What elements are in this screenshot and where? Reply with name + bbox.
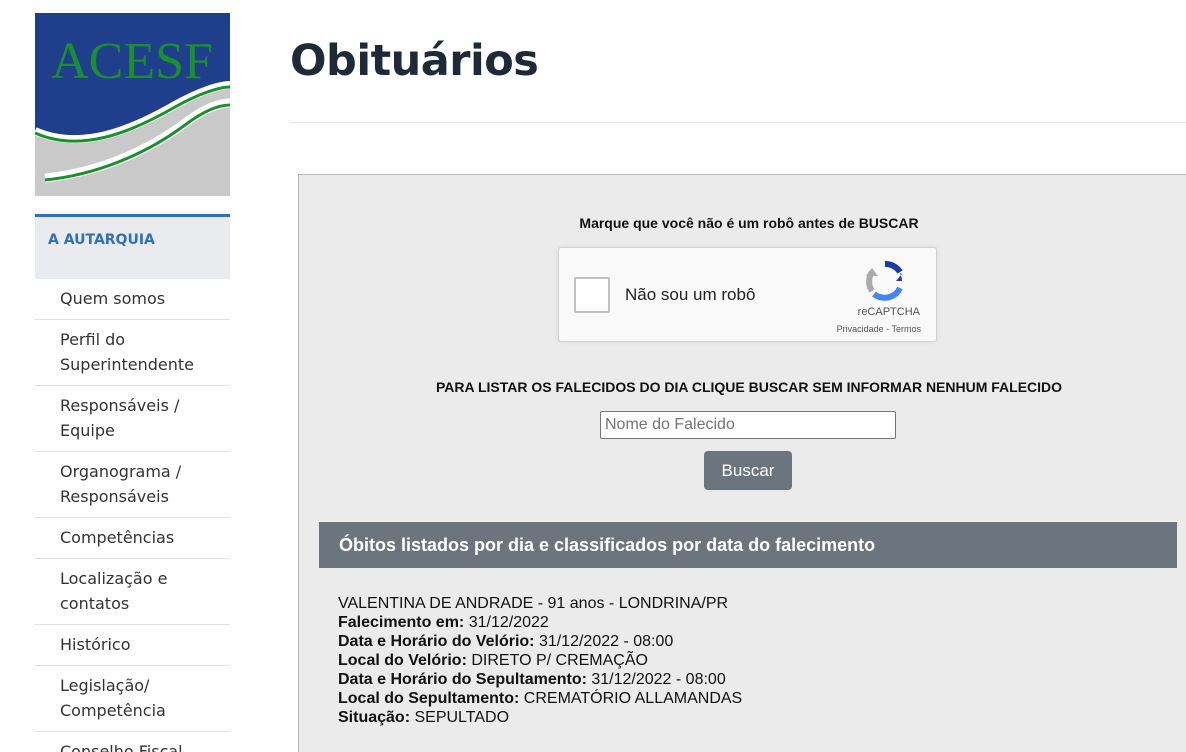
burial-place-value: CREMATÓRIO ALLAMANDAS [523, 690, 743, 707]
recaptcha-links: Privacidade - Termos [837, 324, 921, 334]
title-divider [290, 122, 1186, 123]
sidebar-item-conselho-fiscal[interactable]: Conselho Fiscal [35, 732, 230, 752]
results-header: Óbitos listados por dia e classificados … [319, 522, 1177, 568]
entry-status: Situação: SEPULTADO [338, 708, 742, 727]
captcha-instruction: Marque que você não é um robô antes de B… [579, 215, 919, 231]
sidebar-item-perfil-superintendente[interactable]: Perfil do Superintendente [35, 320, 230, 386]
sidebar-item-quem-somos[interactable]: Quem somos [35, 279, 230, 320]
recaptcha-terms-link[interactable]: Termos [891, 324, 921, 334]
sidebar-item-historico[interactable]: Histórico [35, 625, 230, 666]
death-date-value: 31/12/2022 [468, 614, 549, 631]
recaptcha-icon [866, 261, 903, 301]
sidebar-item-legislacao[interactable]: Legislação/ Competência [35, 666, 230, 732]
wake-place-value: DIRETO P/ CREMAÇÃO [471, 652, 648, 669]
burial-time-label: Data e Horário do Sepultamento: [338, 671, 587, 688]
recaptcha-separator: - [886, 324, 890, 334]
search-button[interactable]: Buscar [704, 451, 792, 490]
recaptcha-checkbox[interactable] [574, 277, 610, 313]
burial-place-label: Local do Sepultamento: [338, 690, 520, 707]
page-title: Obituários [290, 36, 539, 86]
wake-time-label: Data e Horário do Velório: [338, 633, 535, 650]
deceased-name-input[interactable] [600, 411, 896, 439]
svg-text:ACESF: ACESF [51, 33, 213, 90]
wake-place-label: Local do Velório: [338, 652, 467, 669]
acesf-logo[interactable]: ACESF [35, 13, 230, 196]
sidebar: ACESF A AUTARQUIA Quem somos Perfil do S… [35, 13, 230, 752]
recaptcha-label: Não sou um robô [625, 285, 756, 304]
recaptcha-privacy-link[interactable]: Privacidade [837, 324, 884, 334]
status-label: Situação: [338, 709, 411, 726]
recaptcha-widget: Não sou um robô reCAPTCHA Privacidade - … [558, 247, 937, 342]
sidebar-item-responsaveis-equipe[interactable]: Responsáveis / Equipe [35, 386, 230, 452]
entry-burial-time: Data e Horário do Sepultamento: 31/12/20… [338, 670, 742, 689]
death-date-label: Falecimento em: [338, 614, 465, 631]
sidebar-item-localizacao[interactable]: Localização e contatos [35, 559, 230, 625]
sidebar-item-organograma[interactable]: Organograma / Responsáveis [35, 452, 230, 518]
entry-burial-place: Local do Sepultamento: CREMATÓRIO ALLAMA… [338, 689, 742, 708]
entry-wake-place: Local do Velório: DIRETO P/ CREMAÇÃO [338, 651, 742, 670]
obituary-entry: VALENTINA DE ANDRADE - 91 anos - LONDRIN… [338, 594, 742, 727]
wake-time-value: 31/12/2022 - 08:00 [538, 633, 674, 650]
status-value: SEPULTADO [414, 709, 510, 726]
search-panel: Marque que você não é um robô antes de B… [298, 174, 1186, 752]
list-instruction: PARA LISTAR OS FALECIDOS DO DIA CLIQUE B… [435, 379, 1063, 395]
recaptcha-brand: reCAPTCHA [857, 306, 920, 318]
entry-death-date: Falecimento em: 31/12/2022 [338, 613, 742, 632]
entry-name-line: VALENTINA DE ANDRADE - 91 anos - LONDRIN… [338, 595, 729, 612]
entry-wake-time: Data e Horário do Velório: 31/12/2022 - … [338, 632, 742, 651]
sidebar-item-competencias[interactable]: Competências [35, 518, 230, 559]
section-title[interactable]: A AUTARQUIA [35, 214, 230, 279]
sidebar-menu: Quem somos Perfil do Superintendente Res… [35, 279, 230, 752]
burial-time-value: 31/12/2022 - 08:00 [591, 671, 726, 688]
